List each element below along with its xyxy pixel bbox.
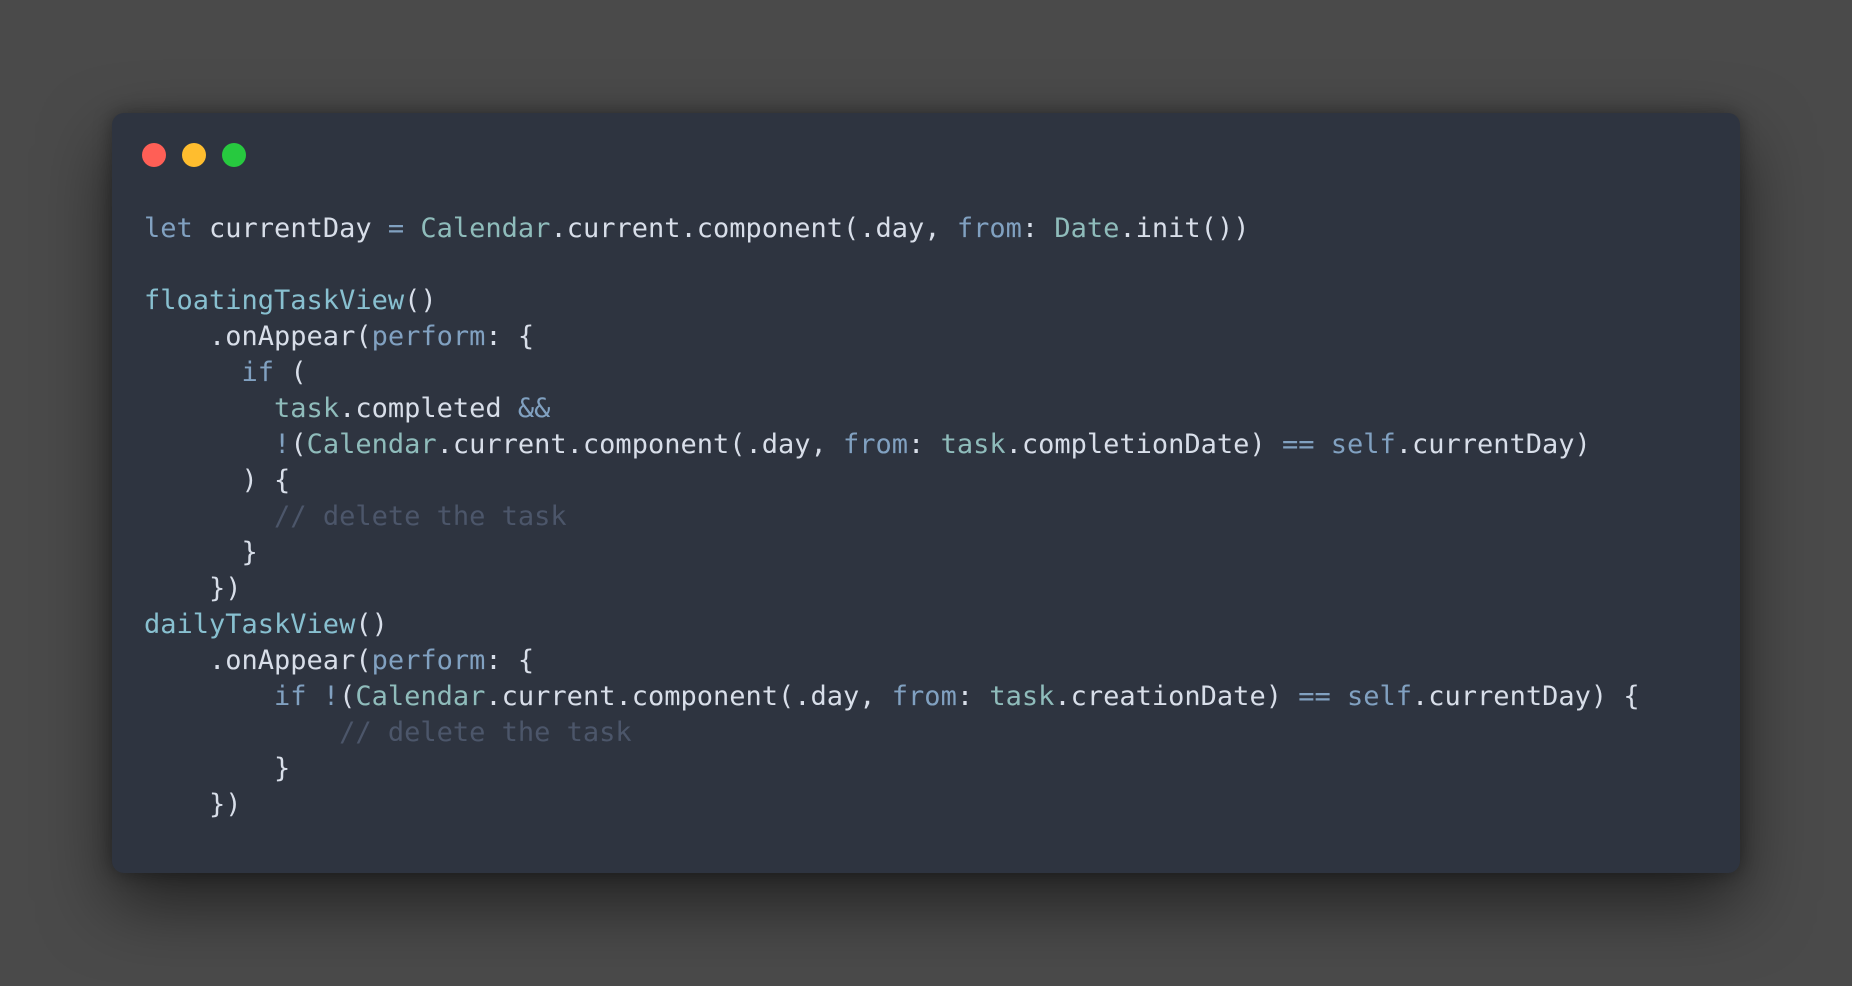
code-line: ) { xyxy=(144,463,1640,499)
code-token: : xyxy=(956,681,990,712)
code-token: : { xyxy=(485,645,535,676)
code-token: task xyxy=(940,429,1006,460)
code-token: perform xyxy=(371,645,486,676)
close-button[interactable] xyxy=(142,143,166,167)
code-token: : xyxy=(1021,213,1055,244)
code-line: task.completed && xyxy=(144,391,1640,427)
code-token: .currentDay) xyxy=(1395,429,1591,460)
code-token: from xyxy=(956,213,1022,244)
code-token: self xyxy=(1330,429,1396,460)
code-line: } xyxy=(144,751,1640,787)
code-token: .current.component(.day, xyxy=(436,429,844,460)
code-token: .currentDay) { xyxy=(1412,681,1640,712)
code-line: !(Calendar.current.component(.day, from:… xyxy=(144,427,1640,463)
code-token: ! xyxy=(274,429,291,460)
code-token: ) { xyxy=(144,465,291,496)
minimize-button[interactable] xyxy=(182,143,206,167)
code-token: Date xyxy=(1054,213,1120,244)
code-token: Calendar xyxy=(306,429,437,460)
code-token: () xyxy=(355,609,388,640)
code-token: && xyxy=(517,393,551,424)
code-token: () xyxy=(404,285,437,316)
code-token: .completed xyxy=(339,393,518,424)
code-token: ( xyxy=(290,429,307,460)
code-token: } xyxy=(144,753,291,784)
code-token: floatingTaskView xyxy=(144,285,405,316)
code-comment: // delete the task xyxy=(274,501,567,532)
code-token: ( xyxy=(274,357,307,388)
code-token: == xyxy=(1281,429,1315,460)
code-token: task xyxy=(274,393,340,424)
code-token: ( xyxy=(339,681,356,712)
code-token: dailyTaskView xyxy=(144,609,356,640)
code-token: from xyxy=(843,429,909,460)
code-token: currentDay xyxy=(192,213,388,244)
code-token: task xyxy=(989,681,1055,712)
code-comment: // delete the task xyxy=(339,717,632,748)
code-token: ! xyxy=(322,681,340,712)
code-line: dailyTaskView() xyxy=(144,607,1640,643)
code-line: .onAppear(perform: { xyxy=(144,319,1640,355)
code-token: .init()) xyxy=(1119,213,1250,244)
code-line: // delete the task xyxy=(144,715,1640,751)
code-line: // delete the task xyxy=(144,499,1640,535)
code-line: let currentDay = Calendar.current.compon… xyxy=(144,211,1640,247)
code-token: } xyxy=(144,537,258,568)
code-token: .onAppear( xyxy=(144,321,372,352)
code-line: }) xyxy=(144,787,1640,823)
window-titlebar xyxy=(142,143,246,167)
code-line: floatingTaskView() xyxy=(144,283,1640,319)
code-token: : xyxy=(908,429,941,460)
code-line: } xyxy=(144,535,1640,571)
code-token: .creationDate) xyxy=(1054,681,1299,712)
code-token: = xyxy=(387,213,405,244)
code-token: .current.component(.day, xyxy=(550,213,957,244)
code-token: : { xyxy=(485,321,535,352)
zoom-button[interactable] xyxy=(222,143,246,167)
code-line: if ( xyxy=(144,355,1640,391)
code-token: if xyxy=(274,681,307,712)
code-token: let xyxy=(144,213,193,244)
code-token: Calendar xyxy=(420,213,551,244)
code-line: if !(Calendar.current.component(.day, fr… xyxy=(144,679,1640,715)
code-token: == xyxy=(1298,681,1331,712)
code-token: Calendar xyxy=(355,681,486,712)
code-token: perform xyxy=(371,321,486,352)
code-window: let currentDay = Calendar.current.compon… xyxy=(112,113,1740,873)
code-token: self xyxy=(1347,681,1413,712)
code-token: .completionDate) xyxy=(1005,429,1282,460)
code-token: .onAppear( xyxy=(144,645,372,676)
code-block: let currentDay = Calendar.current.compon… xyxy=(144,211,1640,823)
code-token: from xyxy=(891,681,957,712)
code-line: }) xyxy=(144,571,1640,607)
code-line: .onAppear(perform: { xyxy=(144,643,1640,679)
code-token: }) xyxy=(144,789,242,820)
code-token: .current.component(.day, xyxy=(485,681,892,712)
code-token: }) xyxy=(144,573,242,604)
code-token: if xyxy=(241,357,275,388)
